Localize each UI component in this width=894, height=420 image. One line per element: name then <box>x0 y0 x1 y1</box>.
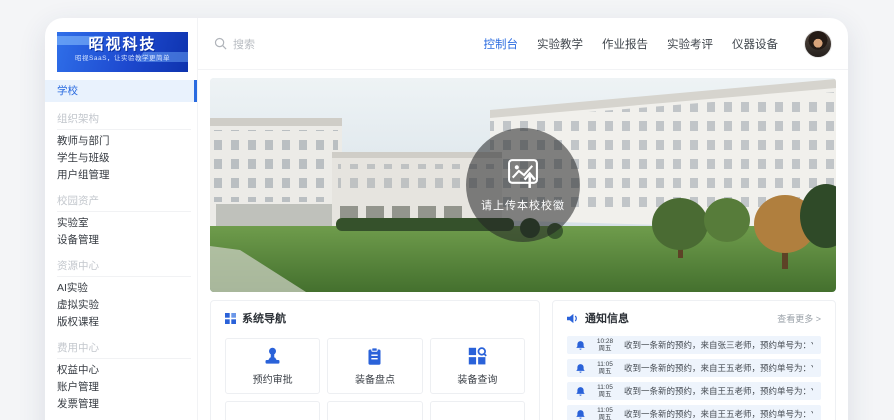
sidebar-section-billing-center: 费用中心 <box>45 333 197 355</box>
device-search-icon <box>468 347 487 366</box>
sidebar-section-organization: 组织架构 <box>45 104 197 126</box>
notice-item[interactable]: 11:05 周五 收到一条新的预约，来自王五老师，预约单号为：Y-0056，请尽… <box>567 359 821 377</box>
topbar: 搜索 控制台 实验教学 作业报告 实验考评 仪器设备 <box>198 18 848 70</box>
sidebar-item-ai-experiment[interactable]: AI实验 <box>45 280 197 297</box>
sidebar-section-resource-center: 资源中心 <box>45 251 197 273</box>
nav-card-equipment-inventory[interactable]: 装备盘点 <box>327 338 422 394</box>
nav-card-label: 装备查询 <box>457 371 497 386</box>
user-avatar[interactable] <box>804 30 832 58</box>
system-nav-panel: 系统导航 预约审批 <box>210 300 540 420</box>
notice-time: 10:28 周五 <box>593 338 617 352</box>
bell-icon <box>575 386 586 397</box>
notice-panel: 通知信息 查看更多 > 10:28 周五 <box>552 300 836 420</box>
sidebar-item-user-groups[interactable]: 用户组管理 <box>45 167 197 184</box>
sidebar-item-teachers-departments[interactable]: 教师与部门 <box>45 133 197 150</box>
clipboard-icon <box>365 347 384 366</box>
nav-homework-report[interactable]: 作业报告 <box>602 36 648 52</box>
sidebar-item-labs[interactable]: 实验室 <box>45 215 197 232</box>
notice-text: 收到一条新的预约，来自王五老师，预约单号为：Y-0056，请尽快处理。 <box>624 385 813 397</box>
sidebar-item-school[interactable]: 学校 <box>45 80 197 102</box>
nav-card-equipment-search[interactable]: 装备查询 <box>430 338 525 394</box>
notice-text: 收到一条新的预约，来自王五老师，预约单号为：Y-0056，请尽快处理。 <box>624 362 813 374</box>
bell-icon <box>575 409 586 420</box>
notice-time: 11:05 周五 <box>593 384 617 398</box>
nav-experiment-teaching[interactable]: 实验教学 <box>537 36 583 52</box>
top-navigation: 控制台 实验教学 作业报告 实验考评 仪器设备 <box>484 36 779 52</box>
content-area: 请上传本校校徽 系统导航 <box>198 70 848 420</box>
nav-card-hidden-3[interactable] <box>430 401 525 420</box>
sidebar-item-students-classes[interactable]: 学生与班级 <box>45 150 197 167</box>
sidebar-item-equipment-management[interactable]: 设备管理 <box>45 232 197 249</box>
notice-item[interactable]: 11:05 周五 收到一条新的预约，来自王五老师，预约单号为：Y-0056，请尽… <box>567 405 821 420</box>
search-input[interactable]: 搜索 <box>214 36 394 52</box>
notice-time: 11:05 周五 <box>593 407 617 420</box>
nav-card-label: 预约审批 <box>253 371 293 386</box>
sidebar-item-benefits-center[interactable]: 权益中心 <box>45 362 197 379</box>
sidebar-item-licensed-courses[interactable]: 版权课程 <box>45 314 197 331</box>
view-more-link[interactable]: 查看更多 > <box>777 312 821 325</box>
notice-header: 通知信息 查看更多 > <box>567 310 821 326</box>
sidebar-item-account-management[interactable]: 账户管理 <box>45 379 197 396</box>
nav-console[interactable]: 控制台 <box>484 36 519 52</box>
upload-school-logo-button[interactable]: 请上传本校校徽 <box>466 128 580 242</box>
notice-title: 通知信息 <box>585 310 629 326</box>
stamp-icon <box>263 347 282 366</box>
notice-time: 11:05 周五 <box>593 361 617 375</box>
notice-list: 10:28 周五 收到一条新的预约，来自张三老师，预约单号为：Y-0044，请尽… <box>567 336 821 420</box>
brand-tagline: 昭视SaaS，让实验教学更简单 <box>57 54 188 64</box>
notice-text: 收到一条新的预约，来自王五老师，预约单号为：Y-0056，请尽快处理。 <box>624 408 813 420</box>
sidebar: 昭视科技 昭视SaaS，让实验教学更简单 学校 组织架构 教师与部门 学生与班级… <box>45 18 198 420</box>
sidebar-item-virtual-experiment[interactable]: 虚拟实验 <box>45 297 197 314</box>
nav-card-reservation-approval[interactable]: 预约审批 <box>225 338 320 394</box>
search-placeholder: 搜索 <box>233 36 255 52</box>
bottom-panels: 系统导航 预约审批 <box>210 300 836 420</box>
system-nav-cards: 预约审批 装备盘点 <box>225 338 525 420</box>
bell-icon <box>575 363 586 374</box>
search-icon <box>214 37 227 50</box>
nav-card-hidden-1[interactable] <box>225 401 320 420</box>
system-nav-header: 系统导航 <box>225 310 525 326</box>
app-window: 昭视科技 昭视SaaS，让实验教学更简单 学校 组织架构 教师与部门 学生与班级… <box>45 18 848 420</box>
brand-name: 昭视科技 <box>57 36 188 54</box>
brand-logo: 昭视科技 昭视SaaS，让实验教学更简单 <box>57 32 188 72</box>
nav-instruments[interactable]: 仪器设备 <box>732 36 778 52</box>
notice-item[interactable]: 11:05 周五 收到一条新的预约，来自王五老师，预约单号为：Y-0056，请尽… <box>567 382 821 400</box>
bell-icon <box>575 340 586 351</box>
grid-icon <box>225 313 236 324</box>
sidebar-menu: 学校 组织架构 教师与部门 学生与班级 用户组管理 校园资产 实验室 设备管理 … <box>45 80 197 420</box>
notice-text: 收到一条新的预约，来自张三老师，预约单号为：Y-0044，请尽快处理。 <box>624 339 813 351</box>
upload-school-logo-label: 请上传本校校徽 <box>481 197 565 213</box>
sidebar-section-campus-assets: 校园资产 <box>45 186 197 208</box>
nav-experiment-assessment[interactable]: 实验考评 <box>667 36 713 52</box>
nav-card-hidden-2[interactable] <box>327 401 422 420</box>
sidebar-item-invoice-management[interactable]: 发票管理 <box>45 396 197 413</box>
school-banner: 请上传本校校徽 <box>210 78 836 292</box>
nav-card-label: 装备盘点 <box>355 371 395 386</box>
sidebar-section-data-center: 数据中心 <box>45 415 197 420</box>
main-area: 搜索 控制台 实验教学 作业报告 实验考评 仪器设备 <box>198 18 848 420</box>
speaker-icon <box>567 313 579 324</box>
notice-item[interactable]: 10:28 周五 收到一条新的预约，来自张三老师，预约单号为：Y-0044，请尽… <box>567 336 821 354</box>
image-upload-icon <box>507 157 539 190</box>
system-nav-title: 系统导航 <box>242 310 286 326</box>
